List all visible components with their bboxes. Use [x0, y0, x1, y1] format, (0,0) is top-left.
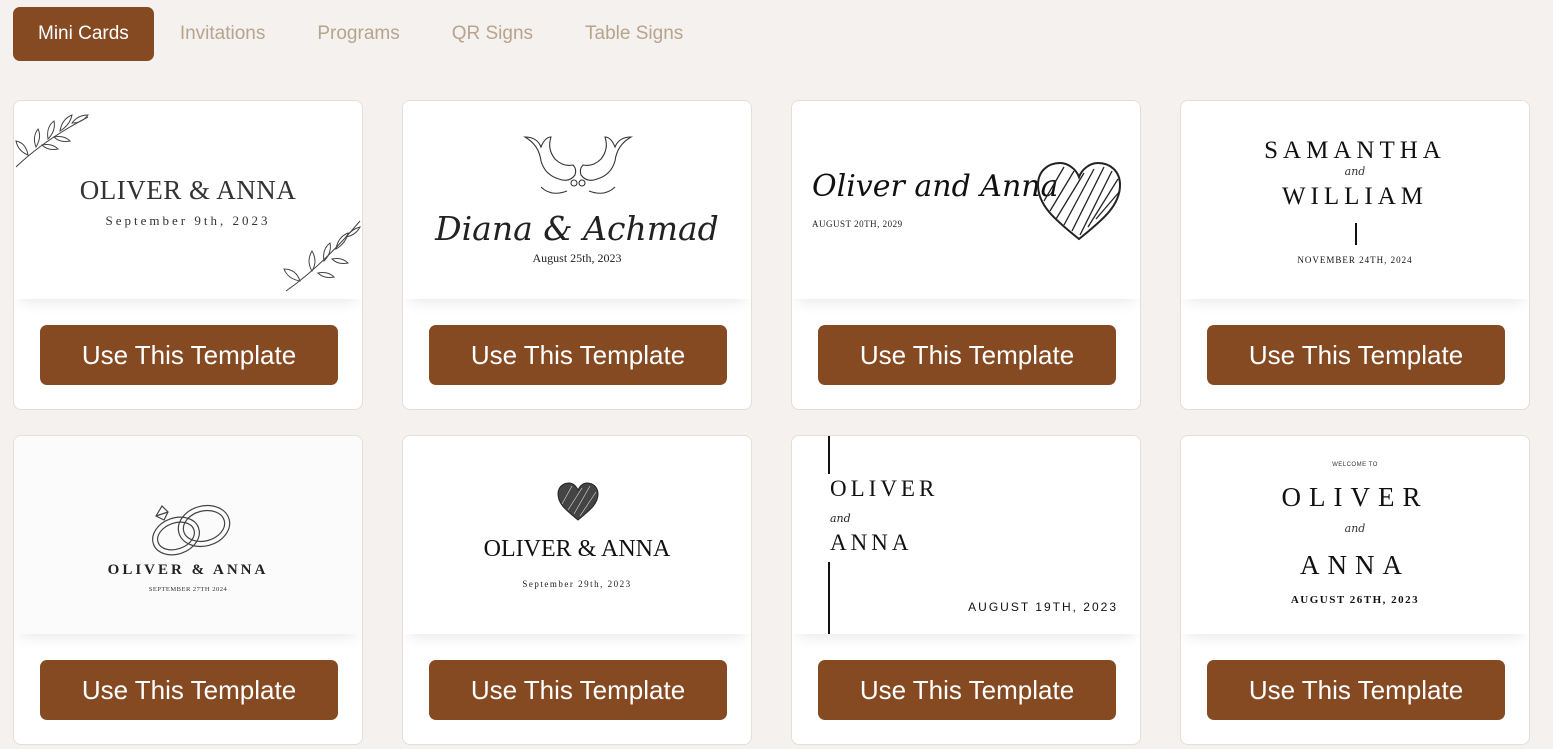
template-preview[interactable]: OLIVER & ANNA SEPTEMBER 27TH 2024	[14, 436, 362, 634]
template-category-tabs: Mini Cards Invitations Programs QR Signs…	[13, 7, 709, 61]
template-card: Diana & Achmad August 25th, 2023 Use Thi…	[402, 100, 752, 410]
name-line-2: ANNA	[1300, 550, 1410, 580]
scribble-heart-icon	[1036, 161, 1122, 241]
event-date: August 25th, 2023	[532, 251, 622, 265]
template-card: OLIVER & ANNA September 9th, 2023 Use Th…	[13, 100, 363, 410]
template-card: OLIVER and ANNA AUGUST 19TH, 2023 Use Th…	[791, 435, 1141, 745]
doves-icon	[522, 136, 634, 194]
use-template-button[interactable]: Use This Template	[429, 660, 727, 720]
template-card: OLIVER & ANNA SEPTEMBER 27TH 2024 Use Th…	[13, 435, 363, 745]
template-card: SAMANTHA and WILLIAM NOVEMBER 24TH, 2024…	[1180, 100, 1530, 410]
template-preview[interactable]: OLIVER & ANNA September 29th, 2023	[403, 436, 751, 634]
leaf-branch-icon	[15, 114, 90, 168]
use-template-button[interactable]: Use This Template	[40, 660, 338, 720]
couple-names: OLIVER & ANNA	[483, 536, 671, 562]
couple-names: Oliver and Anna	[812, 169, 1059, 204]
template-preview[interactable]: SAMANTHA and WILLIAM NOVEMBER 24TH, 2024	[1181, 101, 1529, 299]
use-template-button[interactable]: Use This Template	[429, 325, 727, 385]
couple-names: OLIVER & ANNA	[79, 175, 297, 205]
name-line-1: SAMANTHA	[1264, 137, 1446, 164]
event-date: September 29th, 2023	[522, 579, 632, 589]
name-line-1: OLIVER	[1281, 482, 1429, 512]
use-template-button[interactable]: Use This Template	[40, 325, 338, 385]
event-date: AUGUST 19TH, 2023	[968, 600, 1118, 614]
name-line-2: WILLIAM	[1281, 183, 1429, 210]
vertical-rule-bottom	[828, 562, 830, 634]
template-preview[interactable]: Diana & Achmad August 25th, 2023	[403, 101, 751, 299]
couple-names: Diana & Achmad	[435, 209, 719, 248]
template-card: WELCOME TO OLIVER and ANNA AUGUST 26TH, …	[1180, 435, 1530, 745]
tab-mini-cards[interactable]: Mini Cards	[13, 7, 154, 61]
event-date: NOVEMBER 24TH, 2024	[1297, 255, 1413, 265]
connector-word: and	[1344, 165, 1366, 178]
wedding-rings-icon	[152, 504, 231, 556]
template-card: Oliver and Anna AUGUST 20TH, 2029 Use Th…	[791, 100, 1141, 410]
use-template-button[interactable]: Use This Template	[818, 325, 1116, 385]
event-date: AUGUST 20TH, 2029	[812, 219, 903, 229]
vertical-rule-top	[828, 436, 830, 474]
heart-icon	[557, 482, 599, 521]
tab-qr-signs[interactable]: QR Signs	[426, 7, 559, 61]
use-template-button[interactable]: Use This Template	[1207, 325, 1505, 385]
connector-word: and	[830, 512, 851, 525]
name-line-2: ANNA	[830, 530, 913, 555]
event-date: SEPTEMBER 27TH 2024	[148, 586, 228, 593]
tab-programs[interactable]: Programs	[291, 7, 425, 61]
use-template-button[interactable]: Use This Template	[818, 660, 1116, 720]
welcome-text: WELCOME TO	[1332, 462, 1378, 468]
tab-table-signs[interactable]: Table Signs	[559, 7, 709, 61]
template-preview[interactable]: WELCOME TO OLIVER and ANNA AUGUST 26TH, …	[1181, 436, 1529, 634]
template-preview[interactable]: OLIVER & ANNA September 9th, 2023	[14, 101, 362, 299]
connector-word: and	[1344, 522, 1366, 535]
template-preview[interactable]: OLIVER and ANNA AUGUST 19TH, 2023	[792, 436, 1140, 634]
template-grid: OLIVER & ANNA September 9th, 2023 Use Th…	[13, 100, 1530, 745]
template-preview[interactable]: Oliver and Anna AUGUST 20TH, 2029	[792, 101, 1140, 299]
divider-line	[1355, 223, 1357, 245]
template-card: OLIVER & ANNA September 29th, 2023 Use T…	[402, 435, 752, 745]
name-line-1: OLIVER	[830, 476, 939, 501]
event-date: AUGUST 26TH, 2023	[1290, 594, 1420, 606]
tab-invitations[interactable]: Invitations	[154, 7, 292, 61]
couple-names: OLIVER & ANNA	[107, 562, 269, 578]
event-date: September 9th, 2023	[105, 213, 271, 228]
use-template-button[interactable]: Use This Template	[1207, 660, 1505, 720]
